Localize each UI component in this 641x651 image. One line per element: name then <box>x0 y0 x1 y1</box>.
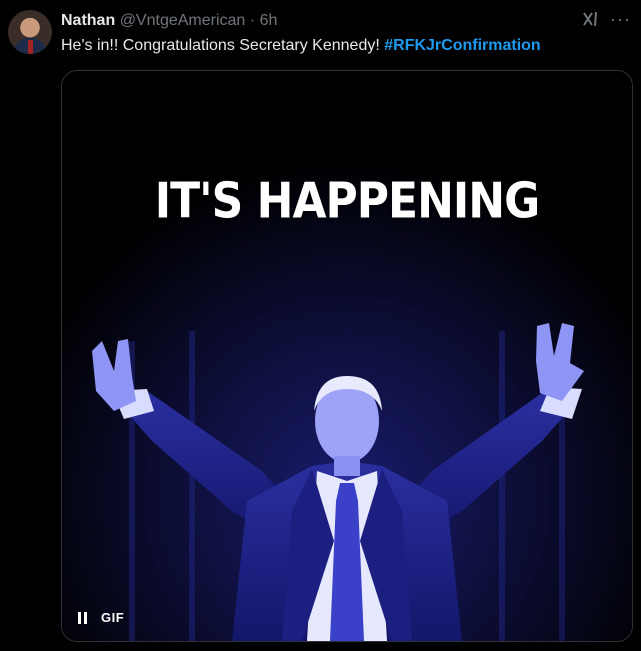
pause-icon[interactable] <box>78 611 87 624</box>
tweet-text: He's in!! Congratulations Secretary Kenn… <box>61 37 629 55</box>
author-avatar[interactable] <box>8 10 52 54</box>
author-name[interactable]: Nathan <box>61 12 115 29</box>
tweet-body: He's in!! Congratulations Secretary Kenn… <box>61 37 385 54</box>
separator-dot: · <box>249 12 256 29</box>
gif-controls: GIF <box>78 610 124 625</box>
more-icon[interactable]: ··· <box>610 9 631 29</box>
author-handle[interactable]: @VntgeAmerican <box>120 12 246 29</box>
tweet-timestamp[interactable]: 6h <box>260 12 278 29</box>
gif-image <box>62 71 632 641</box>
gif-caption: IT'S HAPPENING <box>154 172 540 231</box>
avatar-tie <box>28 40 33 54</box>
tweet-actions-top: ··· <box>580 9 631 29</box>
gif-badge: GIF <box>101 610 125 625</box>
hashtag-link[interactable]: #RFKJrConfirmation <box>384 37 540 54</box>
gif-media[interactable]: IT'S HAPPENING GIF <box>61 70 633 642</box>
tweet-header: Nathan @VntgeAmerican · 6h <box>61 12 541 30</box>
grok-icon[interactable] <box>580 9 600 29</box>
